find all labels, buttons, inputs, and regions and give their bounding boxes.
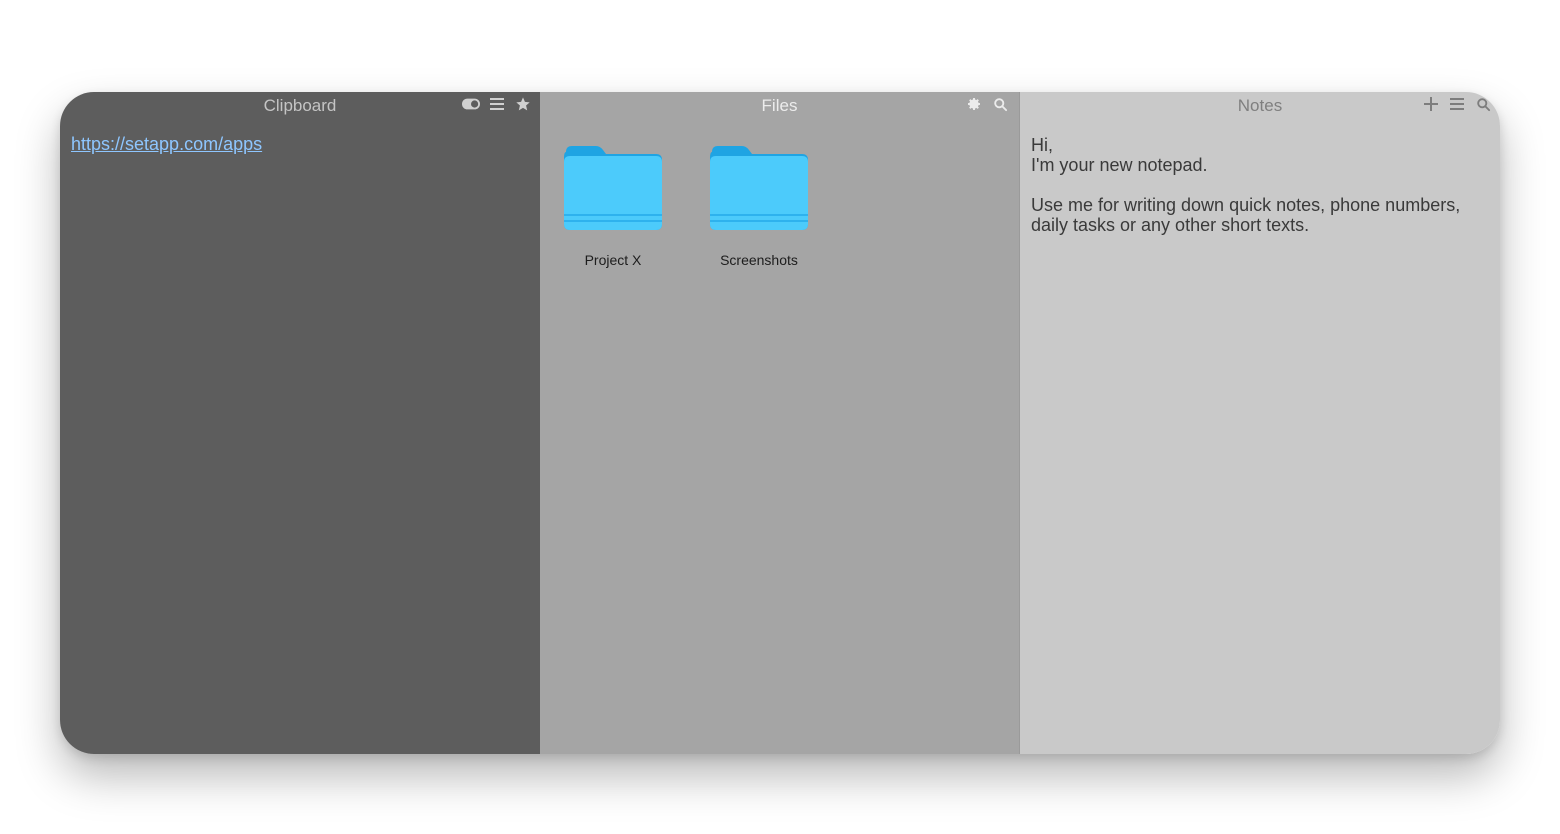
folder-icon: [564, 146, 662, 230]
notes-pane: Notes Hi, I'm your new notepad. Use me f…: [1020, 92, 1500, 754]
search-icon[interactable]: [1474, 95, 1492, 113]
clipboard-toolbar: [462, 95, 532, 113]
notes-line: Use me for writing down quick notes, pho…: [1031, 195, 1461, 215]
toggle-icon[interactable]: [462, 95, 480, 113]
star-icon[interactable]: [514, 95, 532, 113]
notes-toolbar: [1422, 95, 1492, 113]
notes-line: I'm your new notepad.: [1031, 155, 1208, 175]
folder-icon: [710, 146, 808, 230]
plus-icon[interactable]: [1422, 95, 1440, 113]
folder-label: Screenshots: [720, 252, 798, 268]
notes-blank-line: [1031, 175, 1482, 195]
app-window: Clipboard https://setapp.com/apps Files …: [60, 92, 1500, 754]
clipboard-item-link[interactable]: https://setapp.com/apps: [71, 134, 262, 155]
search-icon[interactable]: [991, 95, 1009, 113]
menu-icon[interactable]: [1448, 95, 1466, 113]
notes-line: Hi,: [1031, 135, 1053, 155]
files-title: Files: [761, 96, 798, 115]
folder-screenshots[interactable]: Screenshots: [699, 144, 819, 268]
files-pane: Files Project X Screenshots: [540, 92, 1020, 754]
folder-project-x[interactable]: Project X: [553, 144, 673, 268]
clipboard-pane: Clipboard https://setapp.com/apps: [60, 92, 540, 754]
menu-icon[interactable]: [488, 95, 506, 113]
notes-line: daily tasks or any other short texts.: [1031, 215, 1310, 235]
gear-icon[interactable]: [965, 95, 983, 113]
folder-label: Project X: [584, 252, 642, 268]
notes-editor[interactable]: Hi, I'm your new notepad. Use me for wri…: [1031, 135, 1482, 235]
files-toolbar: [965, 95, 1009, 113]
